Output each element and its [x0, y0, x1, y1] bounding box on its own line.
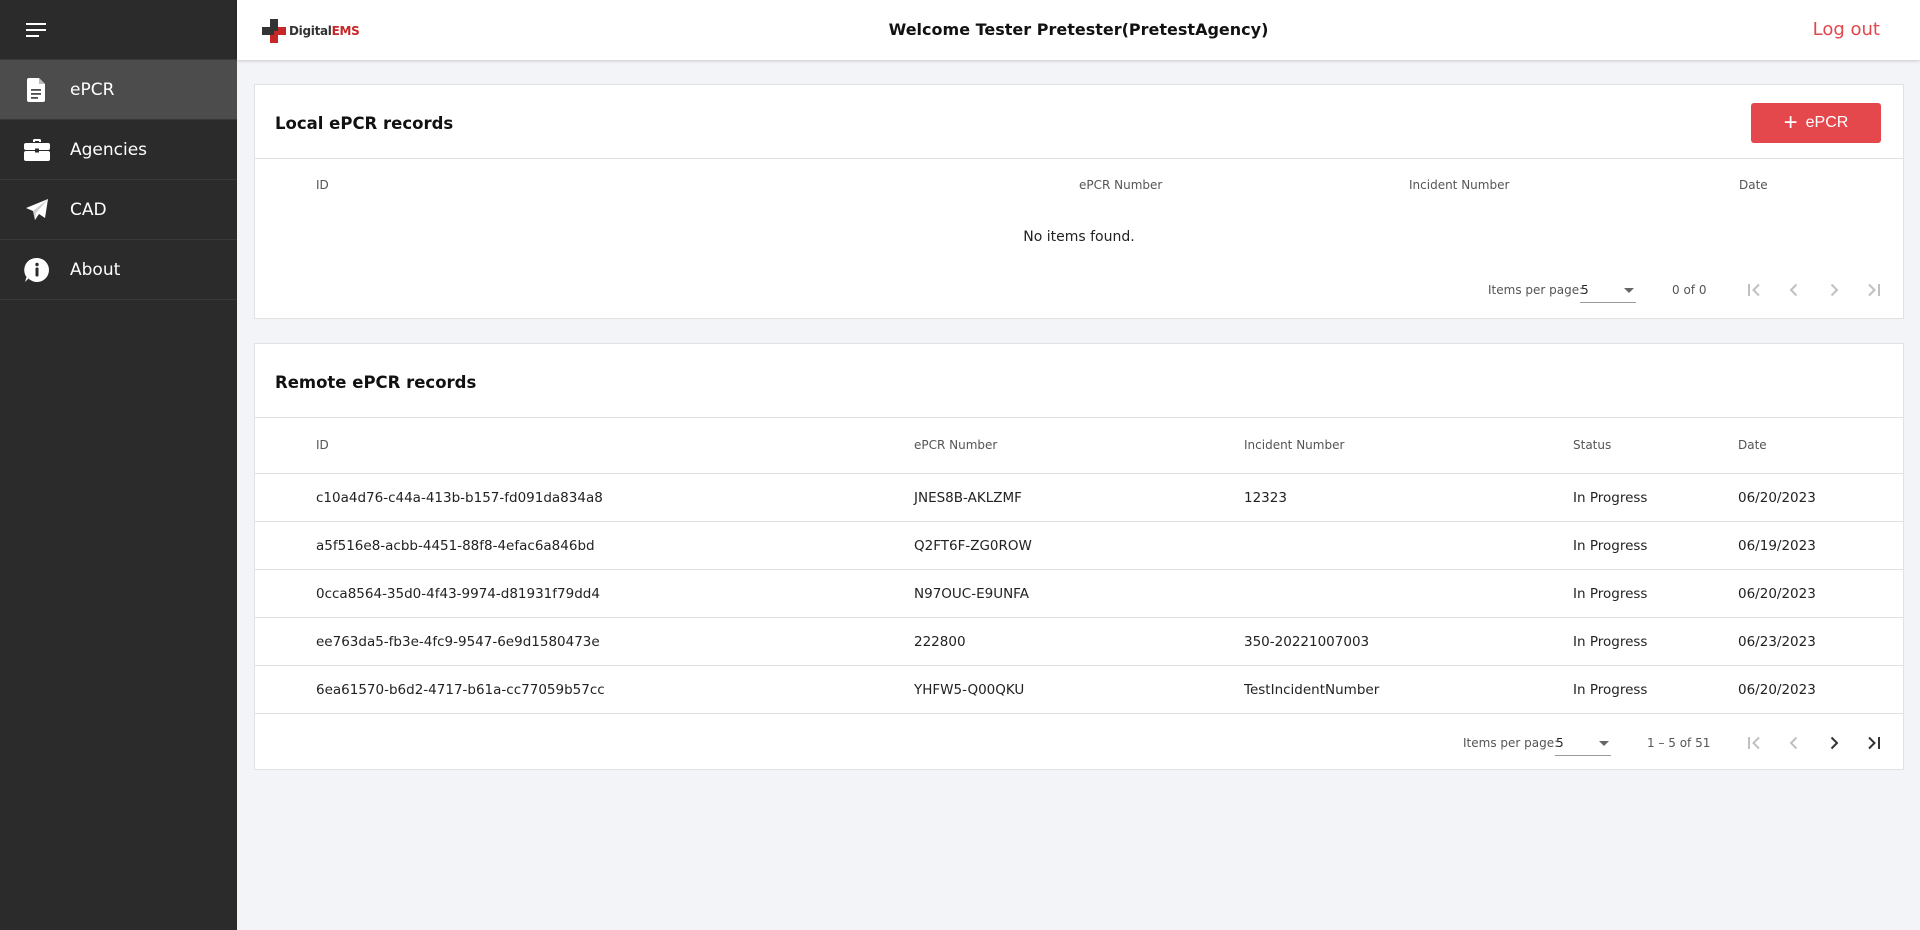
- remote-records-card: Remote ePCR records ID ePCR Number Incid…: [254, 343, 1904, 770]
- table-row[interactable]: a5f516e8-acbb-4451-88f8-4efac6a846bd Q2F…: [255, 522, 1903, 570]
- last-page-button[interactable]: [1860, 729, 1888, 757]
- page-range-text: 1 – 5 of 51: [1647, 736, 1711, 750]
- page-size-value: 5: [1556, 736, 1564, 750]
- table-row[interactable]: ee763da5-fb3e-4fc9-9547-6e9d1580473e 222…: [255, 618, 1903, 666]
- cell-date: 06/20/2023: [1738, 682, 1816, 698]
- items-per-page-label: Items per page:: [1463, 736, 1559, 750]
- cell-id: ee763da5-fb3e-4fc9-9547-6e9d1580473e: [316, 634, 600, 650]
- menu-toggle-button[interactable]: [0, 0, 237, 60]
- cell-incident-number: 12323: [1244, 490, 1287, 506]
- last-page-button[interactable]: [1860, 276, 1888, 304]
- page-range-text: 0 of 0: [1672, 283, 1707, 297]
- chevron-right-icon: [1830, 736, 1839, 750]
- plus-icon: +: [1783, 109, 1798, 136]
- table-row[interactable]: c10a4d76-c44a-413b-b157-fd091da834a8 JNE…: [255, 474, 1903, 522]
- first-page-button[interactable]: [1740, 276, 1768, 304]
- cell-epcr-number: JNES8B-AKLZMF: [914, 490, 1022, 506]
- column-header-date[interactable]: Date: [1739, 178, 1768, 192]
- previous-page-button[interactable]: [1780, 276, 1808, 304]
- last-page-icon: [1868, 283, 1880, 297]
- page-size-select[interactable]: 5: [1555, 734, 1611, 756]
- column-header-incident-number[interactable]: Incident Number: [1244, 438, 1344, 452]
- cell-date: 06/20/2023: [1738, 586, 1816, 602]
- cell-id: a5f516e8-acbb-4451-88f8-4efac6a846bd: [316, 538, 595, 554]
- cell-id: 6ea61570-b6d2-4717-b61a-cc77059b57cc: [316, 682, 605, 698]
- local-records-title: Local ePCR records: [275, 114, 454, 133]
- items-per-page-label: Items per page:: [1488, 283, 1584, 297]
- briefcase-icon: [24, 137, 50, 163]
- sidebar-item-label: Agencies: [70, 139, 148, 160]
- cell-id: c10a4d76-c44a-413b-b157-fd091da834a8: [316, 490, 603, 506]
- column-header-incident-number[interactable]: Incident Number: [1409, 178, 1509, 192]
- document-icon: [24, 77, 50, 103]
- dropdown-arrow-icon: [1599, 741, 1609, 746]
- welcome-message: Welcome Tester Pretester(PretestAgency): [888, 20, 1269, 39]
- cell-incident-number: 350-20221007003: [1244, 634, 1370, 650]
- empty-state-text: No items found.: [1023, 229, 1135, 245]
- cell-status: In Progress: [1573, 634, 1648, 650]
- page-size-value: 5: [1581, 283, 1589, 297]
- sidebar-item-label: About: [70, 259, 121, 280]
- divider: [255, 158, 1903, 159]
- chevron-right-icon: [1830, 283, 1839, 297]
- cell-epcr-number: 222800: [914, 634, 966, 650]
- top-header: DigitalEMS Welcome Tester Pretester(Pret…: [237, 0, 1920, 60]
- column-header-date[interactable]: Date: [1738, 438, 1767, 452]
- first-page-icon: [1748, 283, 1760, 297]
- sidebar-item-epcr[interactable]: ePCR: [0, 60, 237, 120]
- cell-status: In Progress: [1573, 538, 1648, 554]
- sidebar-item-about[interactable]: About: [0, 240, 237, 300]
- cell-epcr-number: YHFW5-Q00QKU: [914, 682, 1025, 698]
- column-header-status[interactable]: Status: [1573, 438, 1611, 452]
- add-epcr-button[interactable]: + ePCR: [1751, 103, 1881, 143]
- cell-status: In Progress: [1573, 586, 1648, 602]
- cell-date: 06/20/2023: [1738, 490, 1816, 506]
- cell-date: 06/23/2023: [1738, 634, 1816, 650]
- cell-id: 0cca8564-35d0-4f43-9974-d81931f79dd4: [316, 586, 600, 602]
- logout-link[interactable]: Log out: [1813, 19, 1880, 40]
- info-icon: [24, 257, 50, 283]
- local-records-card: Local ePCR records + ePCR ID ePCR Number…: [254, 84, 1904, 319]
- add-epcr-label: ePCR: [1805, 114, 1849, 131]
- last-page-icon: [1868, 736, 1880, 750]
- cell-status: In Progress: [1573, 490, 1648, 506]
- divider: [255, 417, 1903, 418]
- paper-plane-icon: [24, 197, 50, 223]
- dropdown-arrow-icon: [1624, 288, 1634, 293]
- table-row[interactable]: 6ea61570-b6d2-4717-b61a-cc77059b57cc YHF…: [255, 666, 1903, 714]
- sidebar-item-label: ePCR: [70, 79, 115, 100]
- sidebar-item-label: CAD: [70, 199, 107, 220]
- sidebar-item-agencies[interactable]: Agencies: [0, 120, 237, 180]
- first-page-button[interactable]: [1740, 729, 1768, 757]
- page-size-select[interactable]: 5: [1580, 281, 1636, 303]
- column-header-id[interactable]: ID: [316, 178, 329, 192]
- table-row[interactable]: 0cca8564-35d0-4f43-9974-d81931f79dd4 N97…: [255, 570, 1903, 618]
- next-page-button[interactable]: [1820, 276, 1848, 304]
- remote-records-title: Remote ePCR records: [275, 373, 477, 392]
- cell-epcr-number: Q2FT6F-ZG0ROW: [914, 538, 1032, 554]
- first-page-icon: [1748, 736, 1760, 750]
- cell-epcr-number: N97OUC-E9UNFA: [914, 586, 1029, 602]
- column-header-epcr-number[interactable]: ePCR Number: [1079, 178, 1162, 192]
- sidebar: ePCR Agencies CAD About: [0, 0, 237, 930]
- chevron-left-icon: [1789, 736, 1798, 750]
- cell-incident-number: TestIncidentNumber: [1244, 682, 1380, 698]
- column-header-id[interactable]: ID: [316, 438, 329, 452]
- chevron-left-icon: [1789, 283, 1798, 297]
- previous-page-button[interactable]: [1780, 729, 1808, 757]
- cell-status: In Progress: [1573, 682, 1648, 698]
- cell-date: 06/19/2023: [1738, 538, 1816, 554]
- column-header-epcr-number[interactable]: ePCR Number: [914, 438, 997, 452]
- hamburger-menu-icon: [26, 22, 46, 37]
- sidebar-item-cad[interactable]: CAD: [0, 180, 237, 240]
- next-page-button[interactable]: [1820, 729, 1848, 757]
